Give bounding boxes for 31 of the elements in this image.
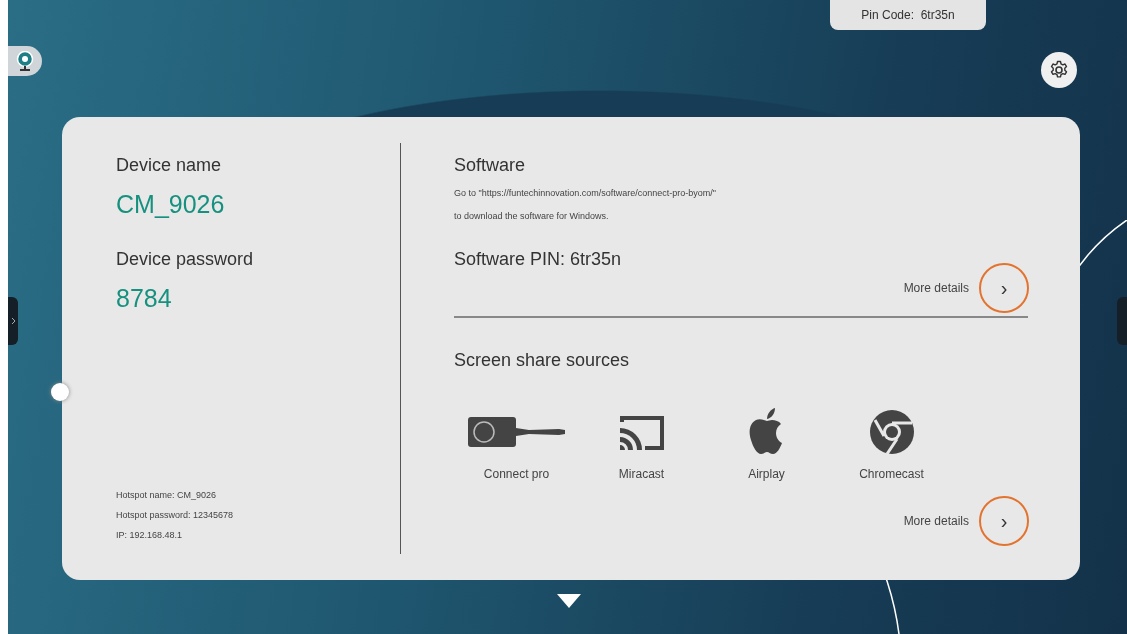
hotspot-info-text: Hotspot password: 12345678 (116, 510, 235, 520)
software-pin-text: Software PIN: 6tr35n (454, 249, 623, 270)
camera-button[interactable] (8, 46, 42, 76)
chevron-icon (10, 317, 16, 325)
source-label: Miracast (618, 467, 665, 481)
more-details-link[interactable]: More details (903, 281, 969, 295)
device-password-label: Device password (116, 249, 255, 270)
device-name-value: CM_9026 (116, 190, 226, 219)
chevron-button[interactable]: › (979, 496, 1029, 546)
settings-icon (1049, 60, 1069, 80)
chrome-icon (868, 409, 915, 455)
device-name-label: Device name (116, 155, 223, 176)
more-details-link[interactable]: More details (903, 514, 969, 528)
source-label: Connect pro (483, 467, 550, 481)
source-label: Chromecast (859, 467, 924, 481)
source-label: Airplay (748, 467, 785, 481)
dongle-icon (466, 415, 567, 449)
device-password-value: 8784 (116, 284, 173, 313)
floating-dot[interactable] (51, 383, 69, 401)
side-handle[interactable] (8, 297, 18, 345)
settings-button[interactable] (1041, 52, 1077, 88)
software-heading: Software (454, 155, 527, 176)
chevron-button[interactable]: › (979, 263, 1029, 313)
software-instruction-text: to download the software for Windows. (454, 211, 610, 221)
webcam-icon (16, 51, 34, 71)
hotspot-info-text: Hotspot name: CM_9026 (116, 490, 218, 500)
screen-share-heading: Screen share sources (454, 350, 631, 371)
side-handle[interactable] (1117, 297, 1127, 345)
hotspot-info-text: IP: 192.168.48.1 (116, 530, 184, 540)
down-arrow-icon[interactable] (557, 594, 581, 608)
software-instruction-text: Go to "https://funtechinnovation.com/software/connect-pro-byom/" (454, 188, 718, 198)
